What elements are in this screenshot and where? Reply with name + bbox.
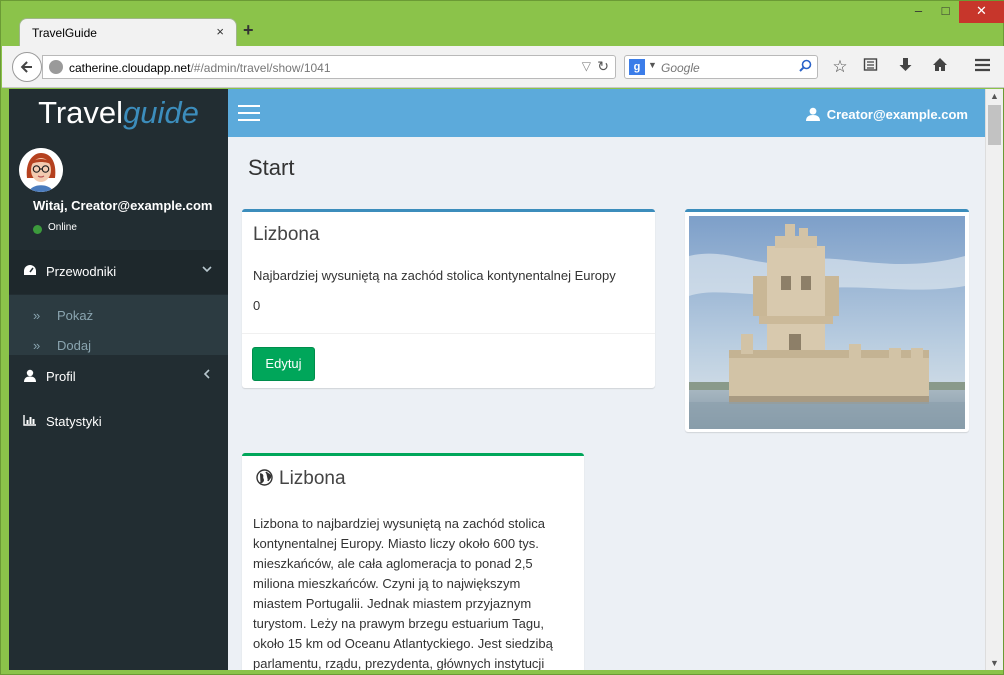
user-greeting: Witaj, Creator@example.com [33,198,213,213]
submenu-label: Dodaj [57,338,91,353]
user-icon [23,369,37,385]
chevron-left-icon [202,367,212,382]
back-button[interactable] [12,52,42,82]
download-icon[interactable] [894,57,916,78]
avatar [19,148,63,192]
sidebar-item-przewodniki[interactable]: Przewodniki [9,250,228,294]
description-title: Lizbona [279,468,346,489]
search-bar[interactable]: g ▼ Google [624,55,818,79]
google-icon[interactable]: g [629,59,645,75]
description-heading: Lizbona [256,467,346,490]
new-tab-button[interactable]: + [243,20,254,41]
browser-navbar: catherine.cloudapp.net/#/admin/travel/sh… [2,46,1004,88]
logo-guide: guide [123,95,199,130]
travel-card: Lizbona Najbardziej wysuniętą na zachód … [242,209,655,388]
card-title: Lizbona [253,224,320,245]
search-icon[interactable] [799,59,812,75]
card-number: 0 [253,298,261,313]
sidebar-item-profil[interactable]: Profil [9,355,228,399]
dashboard-icon [23,264,37,279]
scroll-down-icon[interactable]: ▼ [990,658,999,668]
description-text: Lizbona to najbardziej wysuniętą na zach… [253,516,553,670]
tab-close-icon[interactable]: × [216,24,224,39]
url-text: catherine.cloudapp.net/#/admin/travel/sh… [69,61,331,75]
card-description: Najbardziej wysuniętą na zachód stolica … [253,268,616,283]
page-title: Start [248,155,295,180]
bookmark-star-icon[interactable]: ☆ [829,57,851,77]
double-chevron-icon: » [33,308,41,323]
browser-window: TravelGuide × + – □ ✕ catherine.cloudapp… [0,0,1004,675]
top-header: Creator@example.com [228,89,985,137]
home-icon[interactable] [929,57,951,77]
page-scrollbar[interactable]: ▲ ▼ [985,89,1003,670]
back-arrow-icon [20,61,32,73]
chevron-down-icon [202,262,212,277]
search-input[interactable]: Google [661,61,700,75]
sidebar: Travelguide Witaj, Creator@example.com O… [9,89,228,670]
header-user-email: Creator@example.com [826,107,968,122]
status-online-icon [33,225,42,234]
globe-icon [256,469,273,486]
sidebar-item-label: Przewodniki [46,264,117,279]
scroll-up-icon[interactable]: ▲ [990,91,999,101]
submenu-przewodniki: » Pokaż » Dodaj [9,295,228,355]
logo[interactable]: Travelguide [9,89,228,137]
header-user-menu[interactable]: Creator@example.com [805,105,968,122]
user-panel: Witaj, Creator@example.com Online [9,137,228,250]
url-dropdown-icon[interactable]: ▽ [582,59,591,73]
scroll-thumb[interactable] [988,105,1001,145]
status-text: Online [48,222,77,233]
sidebar-toggle-icon[interactable] [238,105,260,121]
belem-tower-image [689,216,965,429]
tab-title: TravelGuide [32,26,97,40]
sidebar-item-label: Statystyki [46,414,102,429]
sidebar-item-pokaz[interactable]: » Pokaż [9,301,228,331]
minimize-button[interactable]: – [906,1,931,23]
main-content: Start Lizbona Najbardziej wysuniętą na z… [228,137,985,670]
card-footer-divider [242,333,655,334]
logo-travel: Travel [38,95,124,130]
edit-button[interactable]: Edytuj [252,347,315,381]
submenu-label: Pokaż [57,308,94,323]
maximize-button[interactable]: □ [933,1,958,23]
double-chevron-icon: » [33,338,41,353]
sidebar-item-label: Profil [46,369,76,384]
close-window-button[interactable]: ✕ [959,1,1004,23]
reading-list-icon[interactable] [859,57,881,77]
photo-card [685,209,969,432]
web-page: Travelguide Witaj, Creator@example.com O… [9,89,985,670]
bar-chart-icon [23,414,37,429]
user-icon [805,107,820,121]
sidebar-item-statystyki[interactable]: Statystyki [9,400,228,444]
description-card: Lizbona Lizbona to najbardziej wysuniętą… [242,453,584,670]
reload-icon[interactable]: ↻ [597,58,609,75]
url-bar[interactable]: catherine.cloudapp.net/#/admin/travel/sh… [42,55,616,79]
globe-icon [49,60,63,74]
browser-tab[interactable]: TravelGuide × [19,18,237,46]
search-engine-dropdown-icon[interactable]: ▼ [648,60,657,70]
menu-icon[interactable] [971,57,993,77]
title-bar: TravelGuide × + – □ ✕ [1,1,1004,46]
